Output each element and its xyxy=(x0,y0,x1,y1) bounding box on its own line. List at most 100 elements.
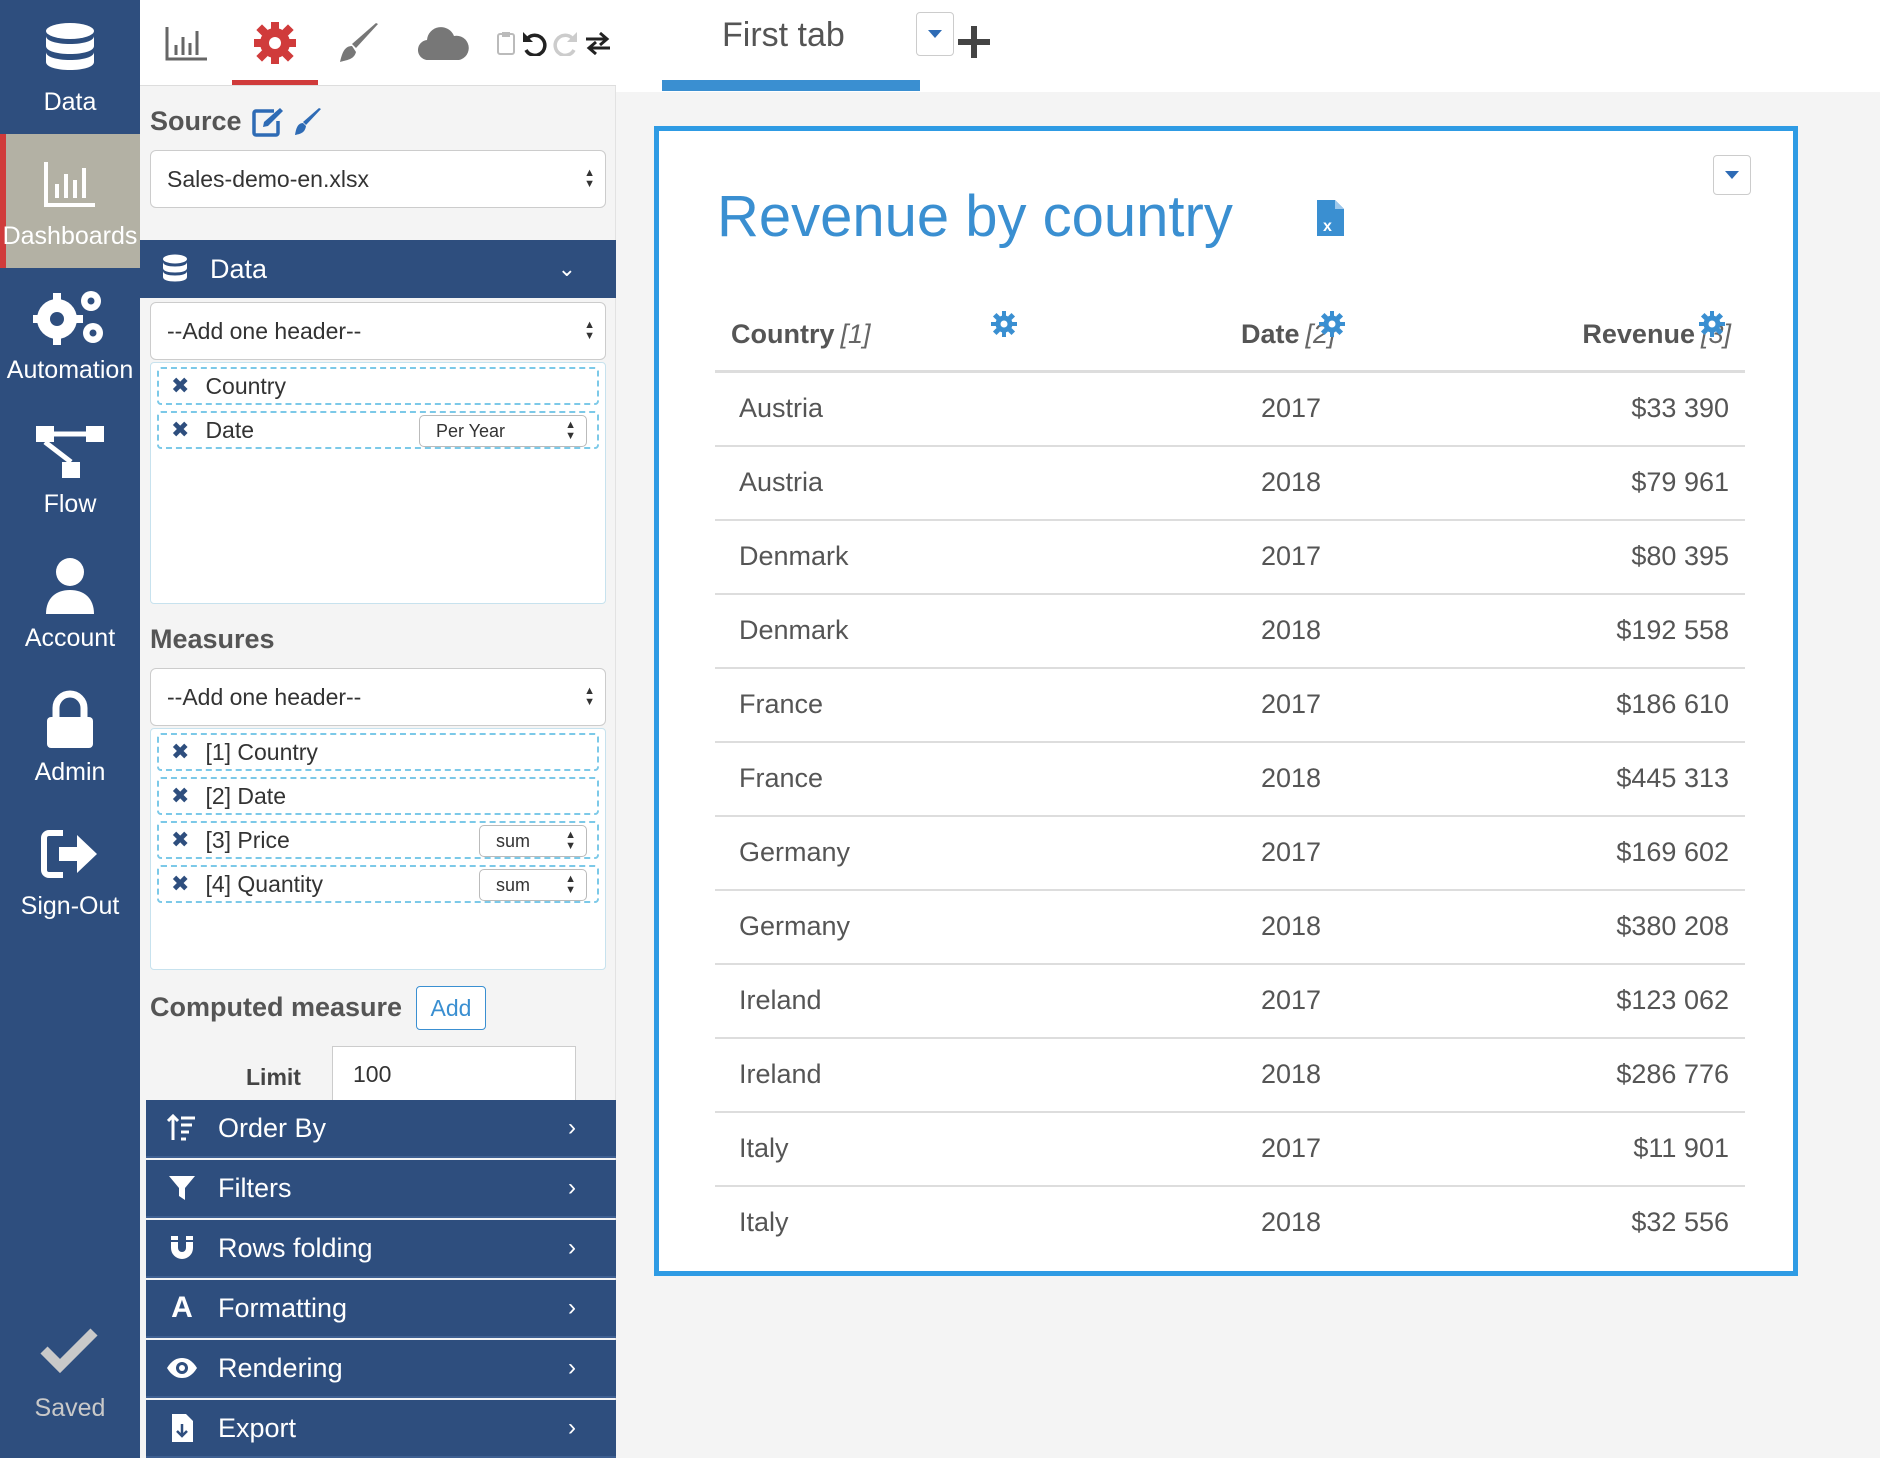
source-select[interactable]: Sales-demo-en.xlsx ▲ ▼ xyxy=(150,150,606,208)
cloud-icon xyxy=(417,27,469,61)
column-header-label: Country xyxy=(731,319,835,349)
measures-header-select[interactable]: --Add one header-- ▲ ▼ xyxy=(150,668,606,726)
remove-icon[interactable]: ✖ xyxy=(171,783,189,809)
gears-icon xyxy=(0,284,140,352)
settings-tab-button[interactable] xyxy=(250,14,300,72)
column-settings-gear-icon[interactable] xyxy=(1319,311,1345,337)
file-export-icon xyxy=(172,1414,193,1442)
rows-folding-section[interactable]: Rows folding › xyxy=(146,1220,616,1278)
rendering-section[interactable]: Rendering › xyxy=(146,1340,616,1398)
cell-revenue: $286 776 xyxy=(1616,1059,1729,1089)
redo-button[interactable] xyxy=(552,14,580,72)
column-settings-gear-icon[interactable] xyxy=(991,311,1017,337)
filter-icon xyxy=(169,1176,195,1200)
export-section[interactable]: Export › xyxy=(146,1400,616,1458)
cell-revenue: $123 062 xyxy=(1616,985,1729,1015)
aggregation-select[interactable]: sum ▲ ▼ xyxy=(479,869,587,901)
table-widget[interactable]: Revenue by country x Country [1] Date [2] … xyxy=(654,126,1798,1276)
paintbrush-icon[interactable] xyxy=(294,107,322,136)
date-grouping-select[interactable]: Per Year ▲ ▼ xyxy=(419,415,587,447)
formatting-section[interactable]: A Formatting › xyxy=(146,1280,616,1338)
table-row: Ireland 2018 $286 776 xyxy=(715,1039,1745,1113)
cell-country: Italy xyxy=(739,1133,789,1163)
data-chip-country[interactable]: ✖ Country xyxy=(157,367,599,405)
style-tab-button[interactable] xyxy=(336,14,382,72)
cell-country: Denmark xyxy=(739,541,849,571)
chevron-right-icon: › xyxy=(568,1414,576,1441)
aggregation-value: sum xyxy=(496,874,531,895)
chip-label: Country xyxy=(205,372,286,399)
nav-item-data[interactable]: Data xyxy=(0,0,140,134)
aggregation-select[interactable]: sum ▲ ▼ xyxy=(479,825,587,857)
data-section-bar[interactable]: Data ⌄ xyxy=(140,240,616,298)
nav-item-admin[interactable]: Admin xyxy=(0,670,140,804)
cell-date: 2018 xyxy=(1260,615,1322,645)
add-computed-measure-button[interactable]: Add xyxy=(416,986,486,1030)
limit-label: Limit xyxy=(246,1064,301,1090)
column-header-label: Revenue xyxy=(1582,319,1695,349)
cell-date: 2018 xyxy=(1260,763,1322,793)
nav-label: Admin xyxy=(34,758,106,786)
nav-item-automation[interactable]: Automation xyxy=(0,268,140,402)
remove-icon[interactable]: ✖ xyxy=(171,417,189,443)
clipboard-button[interactable] xyxy=(496,14,516,72)
select-arrows-icon: ▲ ▼ xyxy=(584,319,595,342)
add-tab-button[interactable] xyxy=(946,14,1002,70)
cell-country: Germany xyxy=(739,911,851,941)
table-row: Denmark 2017 $80 395 xyxy=(715,521,1745,595)
data-chip-date[interactable]: ✖ Date Per Year ▲ ▼ xyxy=(157,411,599,449)
left-nav: Data Dashboards Automation Flow Account … xyxy=(0,0,140,1458)
measure-chip-country[interactable]: ✖ [1] Country xyxy=(157,733,599,771)
nav-item-account[interactable]: Account xyxy=(0,536,140,670)
cell-revenue: $169 602 xyxy=(1616,837,1729,867)
measure-chip-price[interactable]: ✖ [3] Price sum ▲ ▼ xyxy=(157,821,599,859)
select-arrows-icon: ▲ ▼ xyxy=(584,167,595,190)
measure-chip-quantity[interactable]: ✖ [4] Quantity sum ▲ ▼ xyxy=(157,865,599,903)
tab-bar: First tab xyxy=(616,0,1880,92)
svg-text:x: x xyxy=(1323,218,1332,235)
nav-item-sign-out[interactable]: Sign-Out xyxy=(0,804,140,938)
table-header: Country [1] Date [2] Revenue [3] xyxy=(715,301,1745,373)
accordion-label: Export xyxy=(218,1412,297,1443)
table-row: Italy 2017 $11 901 xyxy=(715,1113,1745,1187)
data-section-label: Data xyxy=(210,253,268,284)
cloud-tab-button[interactable] xyxy=(416,14,472,72)
cell-date: 2018 xyxy=(1260,1207,1322,1237)
database-icon xyxy=(163,254,187,282)
nav-item-dashboards[interactable]: Dashboards xyxy=(0,134,140,268)
remove-icon[interactable]: ✖ xyxy=(171,739,189,765)
column-header-country[interactable]: Country [1] xyxy=(731,319,871,350)
undo-button[interactable] xyxy=(520,14,548,72)
widget-options-button[interactable] xyxy=(1713,155,1751,195)
chip-label: [2] Date xyxy=(205,782,286,809)
edit-icon[interactable] xyxy=(251,107,284,137)
excel-export-button[interactable]: x xyxy=(1315,199,1345,242)
table-row: Austria 2018 $79 961 xyxy=(715,447,1745,521)
tab-first[interactable]: First tab xyxy=(662,0,954,92)
cell-date: 2018 xyxy=(1260,911,1322,941)
bar-chart-icon xyxy=(0,150,140,218)
accordion-label: Rendering xyxy=(218,1352,343,1383)
limit-input[interactable]: 100 xyxy=(332,1046,576,1102)
order-by-section[interactable]: Order By › xyxy=(146,1100,616,1158)
remove-icon[interactable]: ✖ xyxy=(171,373,189,399)
cell-country: France xyxy=(739,689,824,719)
filters-section[interactable]: Filters › xyxy=(146,1160,616,1218)
cell-date: 2017 xyxy=(1260,393,1322,423)
cell-revenue: $11 901 xyxy=(1633,1133,1729,1163)
remove-icon[interactable]: ✖ xyxy=(171,827,189,853)
remove-icon[interactable]: ✖ xyxy=(171,871,189,897)
cell-date: 2017 xyxy=(1260,837,1322,867)
measure-chip-date[interactable]: ✖ [2] Date xyxy=(157,777,599,815)
cell-revenue: $380 208 xyxy=(1616,911,1729,941)
source-select-value: Sales-demo-en.xlsx xyxy=(167,165,369,192)
nav-item-flow[interactable]: Flow xyxy=(0,402,140,536)
table-row: France 2018 $445 313 xyxy=(715,743,1745,817)
saved-status: Saved xyxy=(0,1318,140,1448)
swap-button[interactable] xyxy=(584,14,612,72)
chevron-right-icon: › xyxy=(568,1234,576,1261)
chart-tab-button[interactable] xyxy=(164,14,210,72)
column-settings-gear-icon[interactable] xyxy=(1699,311,1725,337)
data-header-select[interactable]: --Add one header-- ▲ ▼ xyxy=(150,302,606,360)
nav-label: Dashboards xyxy=(2,222,138,250)
